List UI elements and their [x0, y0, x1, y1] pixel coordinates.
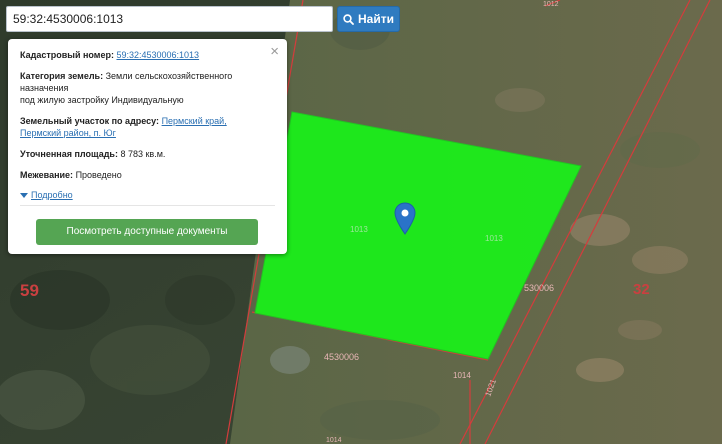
parcel-label-1014-bottom: 1014 [326, 437, 342, 444]
address-link-1[interactable]: Пермский край, [162, 116, 227, 126]
land-category-value-1: Земли сельскохозяйственного [105, 71, 233, 81]
quarter-label-4530006: 4530006 [324, 352, 359, 362]
parcel-label-1012: 1012 [543, 1, 559, 8]
land-category-label: Категория земель: [20, 71, 104, 81]
survey-row: Межевание: Проведено [20, 169, 275, 181]
details-toggle[interactable]: Подробно [20, 189, 275, 201]
details-link[interactable]: Подробно [31, 189, 73, 201]
quarter-label-530006: 530006 [524, 283, 554, 293]
parcel-label-1014: 1014 [453, 371, 471, 380]
region-label-59: 59 [20, 281, 39, 300]
triangle-down-icon [20, 192, 28, 198]
region-label-32: 32 [633, 281, 650, 298]
address-row: Земельный участок по адресу: Пермский кр… [20, 115, 275, 139]
parcel-info-popup: × Кадастровый номер: 59:32:4530006:1013 … [8, 39, 287, 254]
parcel-label-1013-left: 1013 [350, 225, 368, 234]
address-label: Земельный участок по адресу: [20, 116, 160, 126]
land-category-row: Категория земель: Земли сельскохозяйстве… [20, 70, 275, 106]
land-category-value-2: назначения [20, 83, 69, 93]
cadastral-number-label: Кадастровый номер: [20, 50, 114, 60]
area-label: Уточненная площадь: [20, 149, 118, 159]
search-button[interactable]: Найти [337, 6, 400, 32]
survey-label: Межевание: [20, 170, 74, 180]
address-link-2[interactable]: Пермский район, п. Юг [20, 128, 116, 138]
search-icon [343, 13, 354, 25]
view-documents-button[interactable]: Посмотреть доступные документы [36, 219, 258, 245]
cadastral-number-link[interactable]: 59:32:4530006:1013 [116, 50, 199, 60]
parcel-label-1013-right: 1013 [485, 234, 503, 243]
land-category-value-3: под жилую застройку Индивидуальную [20, 95, 184, 105]
close-icon[interactable]: × [270, 44, 279, 59]
search-input[interactable] [6, 6, 333, 32]
area-value: 8 783 кв.м. [120, 149, 166, 159]
cadastral-number-row: Кадастровый номер: 59:32:4530006:1013 [20, 49, 275, 61]
area-row: Уточненная площадь: 8 783 кв.м. [20, 148, 275, 160]
popup-divider [20, 205, 275, 206]
search-button-label: Найти [358, 12, 394, 26]
survey-value: Проведено [75, 170, 122, 180]
search-bar: Найти [6, 6, 400, 32]
